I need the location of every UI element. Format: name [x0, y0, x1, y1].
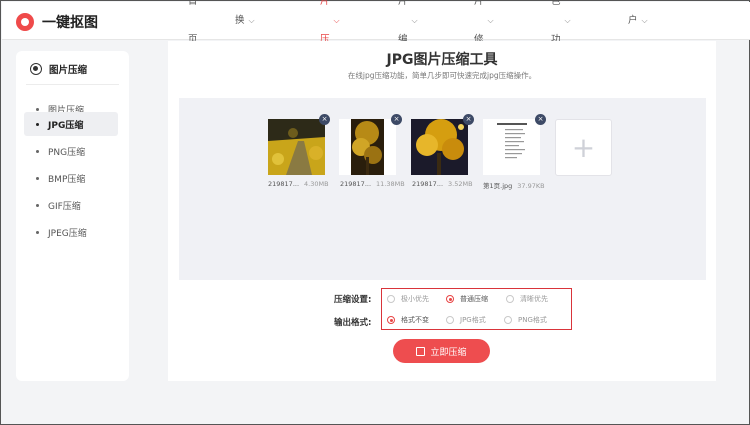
- file-name: 第1页.jpg: [483, 182, 513, 190]
- chevron-down-icon: ⌵: [487, 16, 494, 25]
- sidebar-item-jpeg[interactable]: JPEG压缩: [24, 220, 118, 244]
- sidebar-item-bmp[interactable]: BMP压缩: [24, 166, 118, 190]
- logo-icon: [16, 13, 34, 31]
- radio-option-min-size[interactable]: 极小优先: [387, 294, 429, 304]
- radio-icon: [446, 316, 454, 324]
- sidebar-item-gif[interactable]: GIF压缩: [24, 193, 118, 217]
- option-label: 格式不变: [401, 316, 429, 324]
- remove-icon[interactable]: ×: [463, 114, 474, 125]
- nav-item-compress[interactable]: 图片压缩 ⌵: [320, 0, 340, 83]
- option-label: JPG格式: [460, 316, 486, 324]
- compress-now-button[interactable]: 立即压缩: [393, 339, 490, 363]
- option-label: 普通压缩: [460, 295, 488, 303]
- image-thumbnail[interactable]: [339, 119, 396, 175]
- chevron-down-icon: ⌵: [333, 16, 340, 25]
- settings-box: 极小优先 普通压缩 清晰优先 格式不变 JPG格式 PNG格式: [381, 288, 572, 330]
- chevron-down-icon: ⌵: [248, 16, 255, 25]
- nav-item-client[interactable]: 客户端 ⌵: [628, 2, 648, 64]
- file-info: 219817... 4.30MB: [268, 180, 329, 188]
- file-size: 4.30MB: [304, 180, 329, 188]
- sidebar-item-label: PNG压缩: [48, 147, 86, 158]
- file-info: 219817... 3.52MB: [412, 180, 473, 188]
- sidebar-item-jpg[interactable]: JPG压缩: [24, 112, 118, 136]
- sidebar-item-label: BMP压缩: [48, 174, 86, 185]
- radio-option-keep-format[interactable]: 格式不变: [387, 315, 429, 325]
- radio-option-clarity[interactable]: 清晰优先: [506, 294, 548, 304]
- thumbnail-image: [483, 119, 540, 175]
- bullet-icon: [36, 203, 39, 207]
- thumbnail-image: [268, 119, 325, 175]
- radio-option-jpg[interactable]: JPG格式: [446, 315, 486, 325]
- bullet-icon: [36, 230, 39, 234]
- chevron-down-icon: ⌵: [411, 16, 418, 25]
- file-name: 219817...: [268, 180, 300, 188]
- sidebar-header: 图片压缩: [30, 62, 87, 76]
- bullet-icon: [36, 149, 39, 153]
- bullet-icon: [36, 107, 39, 111]
- top-navigation: 一键抠图 首页 抠图换背景 ⌵ 图片压缩 ⌵ 图片编辑 ⌵ 照片修复 ⌵: [2, 0, 750, 102]
- bullet-icon: [36, 176, 39, 180]
- sidebar-title: 图片压缩: [49, 65, 88, 76]
- remove-icon[interactable]: ×: [391, 114, 402, 125]
- nav-item-cutout[interactable]: 抠图换背景 ⌵: [235, 2, 255, 102]
- upload-area[interactable]: × 219817... 4.30MB × 219817... 11.38MB ×…: [179, 98, 706, 280]
- page-subtitle: 在线jpg压缩功能，简单几步即可快速完成jpg压缩操作。: [347, 71, 537, 80]
- sidebar-item-png[interactable]: PNG压缩: [24, 139, 118, 163]
- file-info: 第1页.jpg 37.97KB: [483, 180, 545, 190]
- file-name: 219817...: [412, 180, 444, 188]
- divider: [26, 84, 119, 85]
- add-image-button[interactable]: +: [555, 119, 612, 176]
- image-thumbnail[interactable]: [268, 119, 325, 175]
- compression-label: 压缩设置:: [334, 295, 372, 305]
- file-size: 37.97KB: [517, 182, 545, 190]
- sidebar-item-label: JPEG压缩: [48, 228, 87, 239]
- nav-item-features[interactable]: 特色功能 ⌵: [551, 0, 571, 83]
- option-label: 清晰优先: [520, 295, 548, 303]
- compress-button-label: 立即压缩: [430, 347, 467, 358]
- page-title: JPG图片压缩工具: [386, 52, 498, 68]
- image-thumbnail[interactable]: [483, 119, 540, 175]
- chevron-down-icon: ⌵: [641, 16, 648, 25]
- radio-option-png[interactable]: PNG格式: [504, 315, 547, 325]
- sidebar-item-label: JPG压缩: [48, 120, 84, 131]
- file-info: 219817... 11.38MB: [340, 180, 405, 188]
- radio-icon: [506, 295, 514, 303]
- plus-icon: +: [571, 130, 596, 164]
- file-name: 219817...: [340, 180, 372, 188]
- file-size: 3.52MB: [448, 180, 473, 188]
- brand-logo[interactable]: 一键抠图: [16, 12, 98, 32]
- app-frame: 一键抠图 首页 抠图换背景 ⌵ 图片压缩 ⌵ 图片编辑 ⌵ 照片修复 ⌵: [0, 0, 750, 425]
- image-thumbnail[interactable]: [411, 119, 468, 175]
- thumbnail-image: [411, 119, 468, 175]
- chevron-down-icon: ⌵: [564, 16, 571, 25]
- nav-item-repair[interactable]: 照片修复 ⌵: [474, 0, 494, 83]
- radio-option-normal[interactable]: 普通压缩: [446, 294, 488, 304]
- target-icon: [30, 63, 42, 75]
- main-panel: JPG图片压缩工具 在线jpg压缩功能，简单几步即可快速完成jpg压缩操作。 ×…: [168, 41, 716, 381]
- radio-icon: [387, 295, 395, 303]
- compress-icon: [416, 346, 426, 356]
- option-label: 极小优先: [401, 295, 429, 303]
- radio-icon: [504, 316, 512, 324]
- file-size: 11.38MB: [376, 180, 405, 188]
- nav-item-edit[interactable]: 图片编辑 ⌵: [398, 0, 418, 83]
- remove-icon[interactable]: ×: [535, 114, 546, 125]
- sidebar: 图片压缩 图片压缩 JPG压缩 PNG压缩 BMP压缩 GIF压缩 JPEG压缩: [16, 51, 129, 381]
- option-label: PNG格式: [518, 316, 547, 324]
- remove-icon[interactable]: ×: [319, 114, 330, 125]
- radio-selected-icon: [387, 316, 395, 324]
- bullet-icon: [36, 122, 39, 126]
- sidebar-item-label: GIF压缩: [48, 201, 81, 212]
- brand-name: 一键抠图: [42, 15, 98, 31]
- thumbnail-image: [339, 119, 396, 175]
- nav-item-home[interactable]: 首页: [188, 0, 198, 45]
- radio-selected-icon: [446, 295, 454, 303]
- format-label: 输出格式:: [334, 318, 372, 328]
